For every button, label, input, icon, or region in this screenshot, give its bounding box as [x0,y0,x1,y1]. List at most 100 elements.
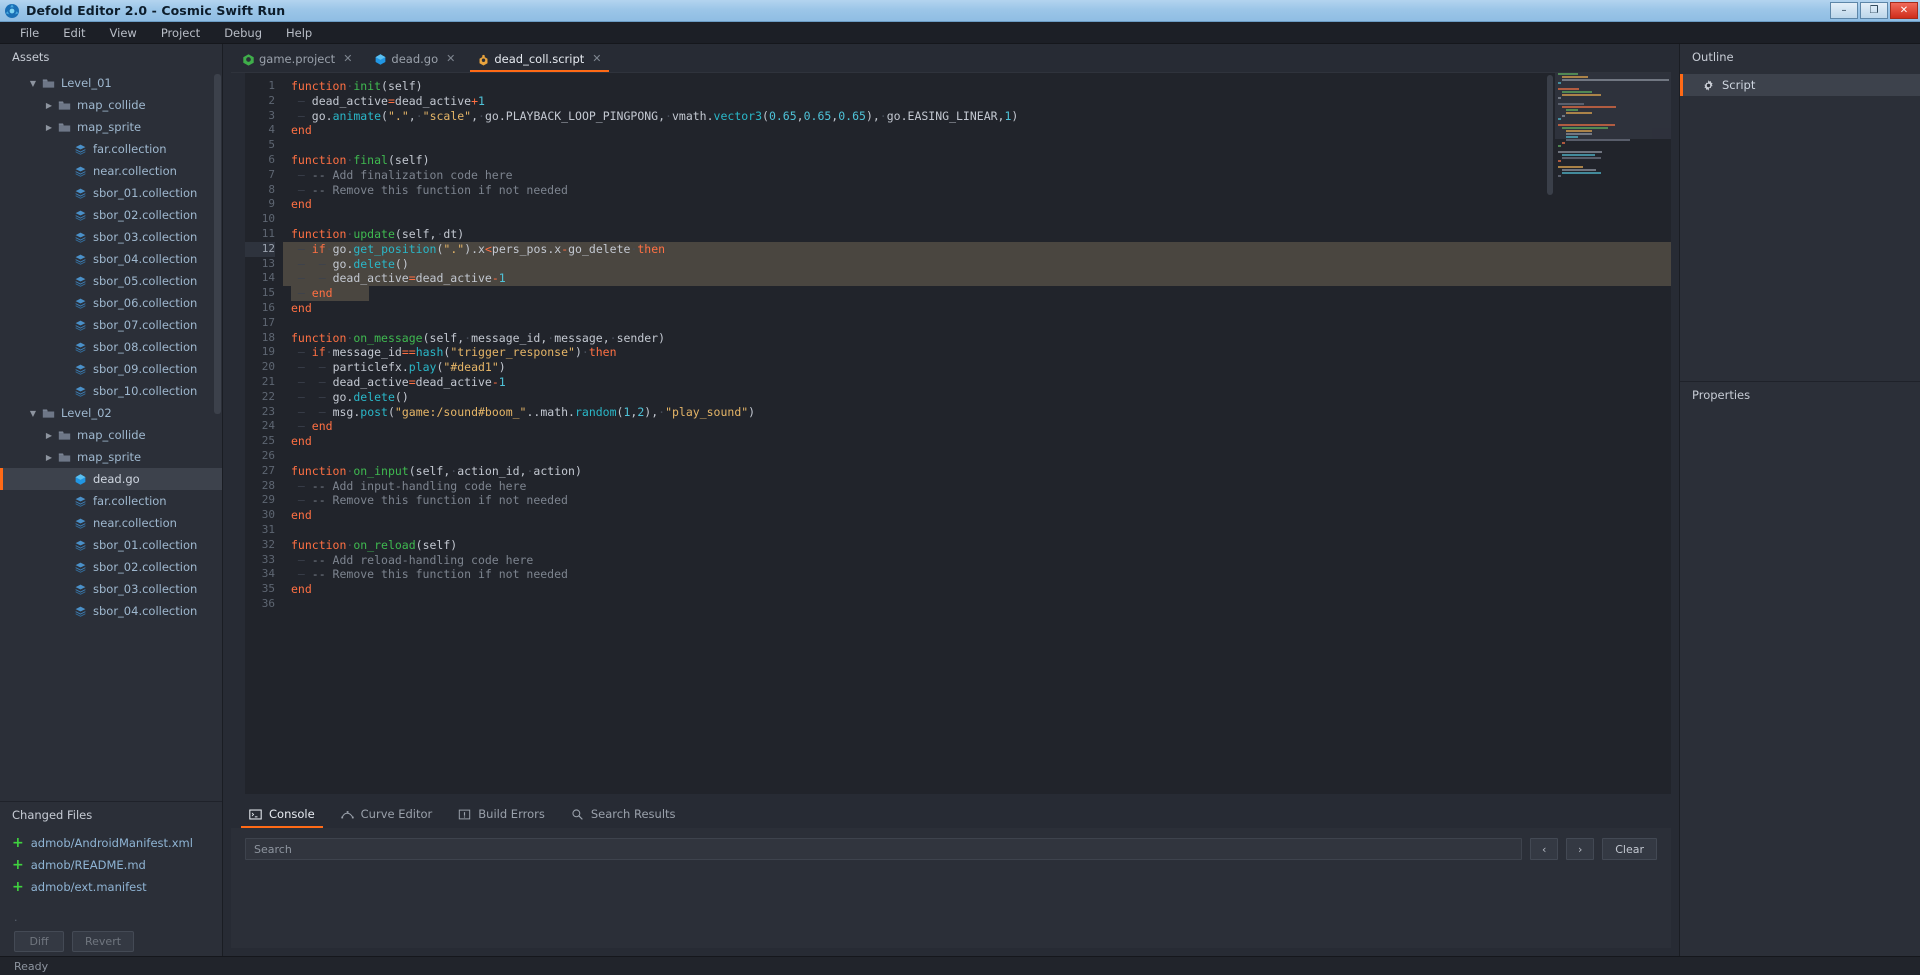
code-line[interactable]: — — msg.post("game:/sound#boom_"..math.r… [283,405,1671,420]
editor-tab-dead-coll-script[interactable]: dead_coll.script ✕ [466,45,613,72]
menu-item-file[interactable]: File [8,23,51,43]
close-button[interactable]: ✕ [1890,2,1918,19]
code-line[interactable]: — -- Remove this function if not needed [283,493,1671,508]
code-line[interactable]: — — go.delete() [283,390,1671,405]
code-line[interactable]: function·init(self) [283,79,1671,94]
asset-tree-row[interactable]: sbor_10.collection [0,380,222,402]
changed-file-row[interactable]: + admob/AndroidManifest.xml [0,832,222,854]
code-line[interactable]: — — particlefx.play("#dead1") [283,360,1671,375]
minimize-button[interactable]: – [1830,2,1858,19]
code-line[interactable]: — go.animate(".",·"scale",·go.PLAYBACK_L… [283,109,1671,124]
asset-tree-row[interactable]: sbor_07.collection [0,314,222,336]
code-line[interactable]: function·on_message(self,·message_id,·me… [283,331,1671,346]
code-line[interactable]: end [283,123,1671,138]
code-line[interactable]: end [283,508,1671,523]
bottom-tab-search-results[interactable]: Search Results [559,801,688,828]
editor-tab-game-project[interactable]: game.project ✕ [231,45,364,72]
bottom-tab-curve-editor[interactable]: Curve Editor [329,801,445,828]
menu-item-project[interactable]: Project [149,23,212,43]
code-line[interactable] [283,597,1671,612]
changed-file-row[interactable]: + admob/README.md [0,854,222,876]
outline-item-script[interactable]: Script [1680,74,1920,96]
changed-files-list[interactable]: + admob/AndroidManifest.xml + admob/README.… [0,828,222,914]
changed-file-row[interactable]: + admob/ext.manifest [0,876,222,898]
code-line[interactable]: function·on_reload(self) [283,538,1671,553]
code-line[interactable]: function·update(self,·dt) [283,227,1671,242]
asset-tree-row[interactable]: sbor_04.collection [0,248,222,270]
code-area[interactable]: function·init(self) — dead_active=dead_a… [283,73,1671,794]
asset-tree-row[interactable]: dead.go [0,468,222,490]
code-line[interactable] [283,316,1671,331]
menu-item-view[interactable]: View [98,23,149,43]
code-line[interactable]: — if·message_id==hash("trigger_response"… [283,345,1671,360]
asset-tree-row[interactable]: ▶ map_sprite [0,446,222,468]
bottom-tab-console[interactable]: Console [237,801,327,828]
maximize-button[interactable]: ❐ [1860,2,1888,19]
code-line[interactable]: — -- Add reload-handling code here [283,553,1671,568]
asset-tree-row[interactable]: far.collection [0,490,222,512]
code-line[interactable]: — — dead_active=dead_active-1 [283,271,1671,287]
assets-tree[interactable]: ▼ Level_01 ▶ map_collide ▶ map_sprite far.coll… [0,70,222,801]
asset-tree-row[interactable]: near.collection [0,512,222,534]
code-line[interactable]: — — go.delete() [283,256,1671,272]
asset-tree-row[interactable]: sbor_01.collection [0,182,222,204]
code-line[interactable] [283,138,1671,153]
editor-vertical-scrollbar[interactable] [1547,75,1553,195]
code-line[interactable]: end [283,301,1671,316]
asset-tree-row[interactable]: sbor_01.collection [0,534,222,556]
outline-list[interactable]: Script [1680,70,1920,381]
chevron-right-icon[interactable]: ▶ [42,123,56,132]
asset-tree-row[interactable]: sbor_04.collection [0,600,222,622]
code-line[interactable]: end [283,197,1671,212]
console-search-input[interactable] [245,838,1523,860]
code-line[interactable]: function·final(self) [283,153,1671,168]
chevron-right-icon[interactable]: ▶ [42,453,56,462]
code-line[interactable]: — end [283,419,1671,434]
editor-tab-dead-go[interactable]: dead.go ✕ [363,45,467,72]
code-line[interactable]: — end [283,286,1671,301]
asset-tree-row[interactable]: ▼ Level_02 [0,402,222,424]
chevron-right-icon[interactable]: ▶ [42,101,56,110]
code-line[interactable]: — dead_active=dead_active+1 [283,94,1671,109]
code-line[interactable]: — -- Remove this function if not needed [283,567,1671,582]
code-line[interactable]: end [283,582,1671,597]
asset-tree-row[interactable]: sbor_08.collection [0,336,222,358]
console-clear-button[interactable]: Clear [1602,838,1657,860]
code-line[interactable]: — -- Add finalization code here [283,168,1671,183]
asset-tree-row[interactable]: sbor_09.collection [0,358,222,380]
chevron-right-icon[interactable]: ▶ [42,431,56,440]
code-editor[interactable]: 1 2 3 4 5 6 7 8 9 10 11 12 13 14 15 16 17 18 19 20 21 22 23 24 2… [231,72,1671,794]
code-line[interactable]: — -- Add input-handling code here [283,479,1671,494]
asset-tree-row[interactable]: far.collection [0,138,222,160]
menu-item-help[interactable]: Help [274,23,324,43]
chevron-down-icon[interactable]: ▼ [26,409,40,418]
code-line[interactable] [283,449,1671,464]
asset-tree-row[interactable]: sbor_03.collection [0,226,222,248]
menu-item-edit[interactable]: Edit [51,23,97,43]
search-prev-button[interactable]: ‹ [1530,838,1559,860]
search-next-button[interactable]: › [1566,838,1595,860]
code-line[interactable]: end [283,434,1671,449]
asset-tree-row[interactable]: sbor_03.collection [0,578,222,600]
asset-tree-row[interactable]: sbor_02.collection [0,204,222,226]
chevron-down-icon[interactable]: ▼ [26,79,40,88]
code-line[interactable]: function·on_input(self,·action_id,·actio… [283,464,1671,479]
asset-tree-row[interactable]: sbor_06.collection [0,292,222,314]
close-icon[interactable]: ✕ [343,52,352,65]
close-icon[interactable]: ✕ [592,52,601,65]
close-icon[interactable]: ✕ [446,52,455,65]
diff-button[interactable]: Diff [14,930,64,952]
code-line[interactable] [283,212,1671,227]
asset-tree-row[interactable]: near.collection [0,160,222,182]
asset-tree-row[interactable]: sbor_02.collection [0,556,222,578]
code-line[interactable]: — if·go.get_position(".").x<pers_pos.x-g… [283,241,1671,257]
asset-tree-row[interactable]: ▶ map_collide [0,94,222,116]
asset-tree-row[interactable]: ▶ map_sprite [0,116,222,138]
code-line[interactable]: — — dead_active=dead_active-1 [283,375,1671,390]
asset-tree-row[interactable]: ▼ Level_01 [0,72,222,94]
code-line[interactable]: — -- Remove this function if not needed [283,183,1671,198]
code-line[interactable] [283,523,1671,538]
asset-tree-row[interactable]: sbor_05.collection [0,270,222,292]
revert-button[interactable]: Revert [72,930,135,952]
bottom-tab-build-errors[interactable]: Build Errors [446,801,557,828]
